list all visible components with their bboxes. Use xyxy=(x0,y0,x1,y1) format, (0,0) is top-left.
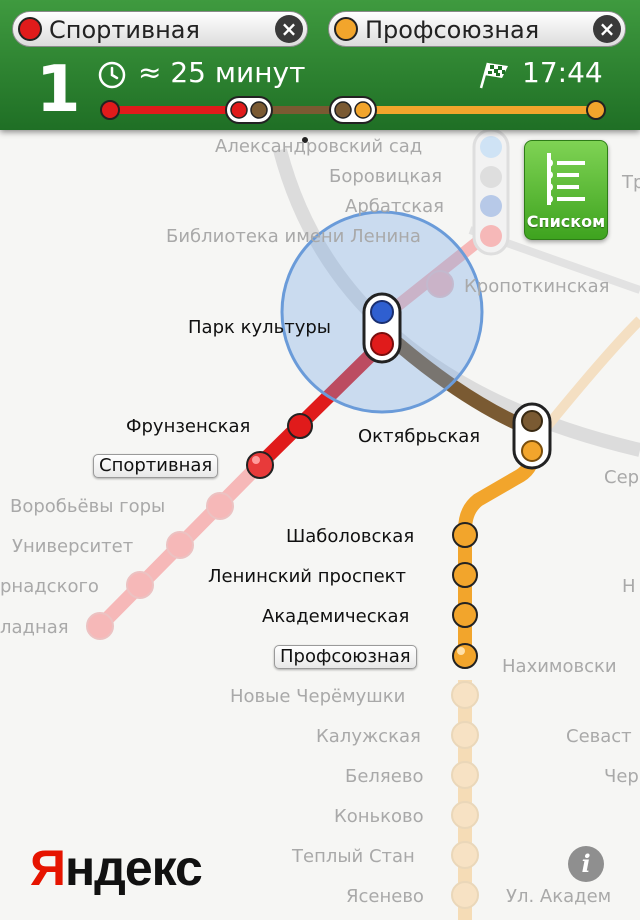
station-label-biblioteka[interactable]: Библиотека имени Ленина xyxy=(166,226,421,248)
station-label-nakhimovsky[interactable]: Нахимовски xyxy=(502,656,617,678)
station-label-leninsky[interactable]: Ленинский проспект xyxy=(208,566,406,588)
from-station-field[interactable]: Спортивная × xyxy=(12,11,308,47)
to-station-field[interactable]: Профсоюзная × xyxy=(328,11,626,47)
station-label-vernadskogo[interactable]: рнадского xyxy=(0,576,99,598)
list-icon xyxy=(547,153,585,205)
station-label-cher[interactable]: Чер xyxy=(604,766,639,788)
station-label-yugo-zapadnaya[interactable]: ладная xyxy=(0,617,69,639)
route-header: Спортивная × Профсоюзная × 1 ≈ 25 минут … xyxy=(0,0,640,130)
station-label-oktyabrskaya[interactable]: Октябрьская xyxy=(358,426,480,448)
arrival-time: 17:44 xyxy=(522,56,603,89)
list-view-label: Списком xyxy=(526,212,606,231)
finish-flag-icon xyxy=(479,62,508,89)
yandex-logo: Яндекс xyxy=(30,840,203,896)
list-view-button[interactable]: Списком xyxy=(524,140,608,240)
station-label-sevast[interactable]: Севаст xyxy=(566,726,632,748)
station-label-akademicheskaya[interactable]: Академическая xyxy=(262,606,409,628)
station-label-kaluzhskaya[interactable]: Калужская xyxy=(316,726,421,748)
station-label-frunzenskaya[interactable]: Фрунзенская xyxy=(126,416,250,438)
from-station-label: Спортивная xyxy=(49,16,200,44)
from-line-dot xyxy=(18,17,42,41)
station-label-teply-stan[interactable]: Теплый Стан xyxy=(292,846,415,868)
clock-icon xyxy=(98,61,126,89)
station-label-shabolovskaya[interactable]: Шаболовская xyxy=(286,526,414,548)
station-tag-profsoyuznaya[interactable]: Профсоюзная xyxy=(274,645,417,669)
station-label-n[interactable]: Н xyxy=(622,576,636,598)
station-label-ul-akadem[interactable]: Ул. Академ xyxy=(506,886,611,908)
station-label-tr[interactable]: Тр xyxy=(622,172,640,194)
station-frunzenskaya-dot[interactable] xyxy=(287,413,313,439)
to-line-dot xyxy=(334,17,358,41)
clear-to-icon[interactable]: × xyxy=(593,15,621,43)
station-label-yasenevo[interactable]: Ясенево xyxy=(346,886,424,908)
station-label-kropotkinskaya[interactable]: Кропоткинская xyxy=(464,276,609,298)
station-label-universitet[interactable]: Университет xyxy=(12,536,133,558)
route-progress-bar xyxy=(100,96,606,124)
station-label-konkovo[interactable]: Коньково xyxy=(334,806,424,828)
station-tag-sportivnaya[interactable]: Спортивная xyxy=(93,454,219,478)
station-label-arbatskaya[interactable]: Арбатская xyxy=(345,196,444,218)
station-label-borovitskaya[interactable]: Боровицкая xyxy=(329,166,442,188)
station-label-park-kultury[interactable]: Парк культуры xyxy=(188,317,331,339)
station-sportivnaya-dot[interactable] xyxy=(246,451,274,479)
travel-duration: ≈ 25 минут xyxy=(138,56,306,89)
route-number[interactable]: 1 xyxy=(36,54,81,126)
station-label-vorobyovy-gory[interactable]: Воробьёвы горы xyxy=(10,496,165,518)
to-station-label: Профсоюзная xyxy=(365,16,540,44)
station-label-belyaevo[interactable]: Беляево xyxy=(345,766,423,788)
station-label-novye-cheryomushki[interactable]: Новые Черёмушки xyxy=(230,686,405,708)
info-icon[interactable]: i xyxy=(568,846,604,882)
station-label-ser[interactable]: Сер xyxy=(604,467,639,489)
clear-from-icon[interactable]: × xyxy=(275,15,303,43)
station-label-aleksandrovsky-sad[interactable]: Александровский сад xyxy=(215,136,422,158)
